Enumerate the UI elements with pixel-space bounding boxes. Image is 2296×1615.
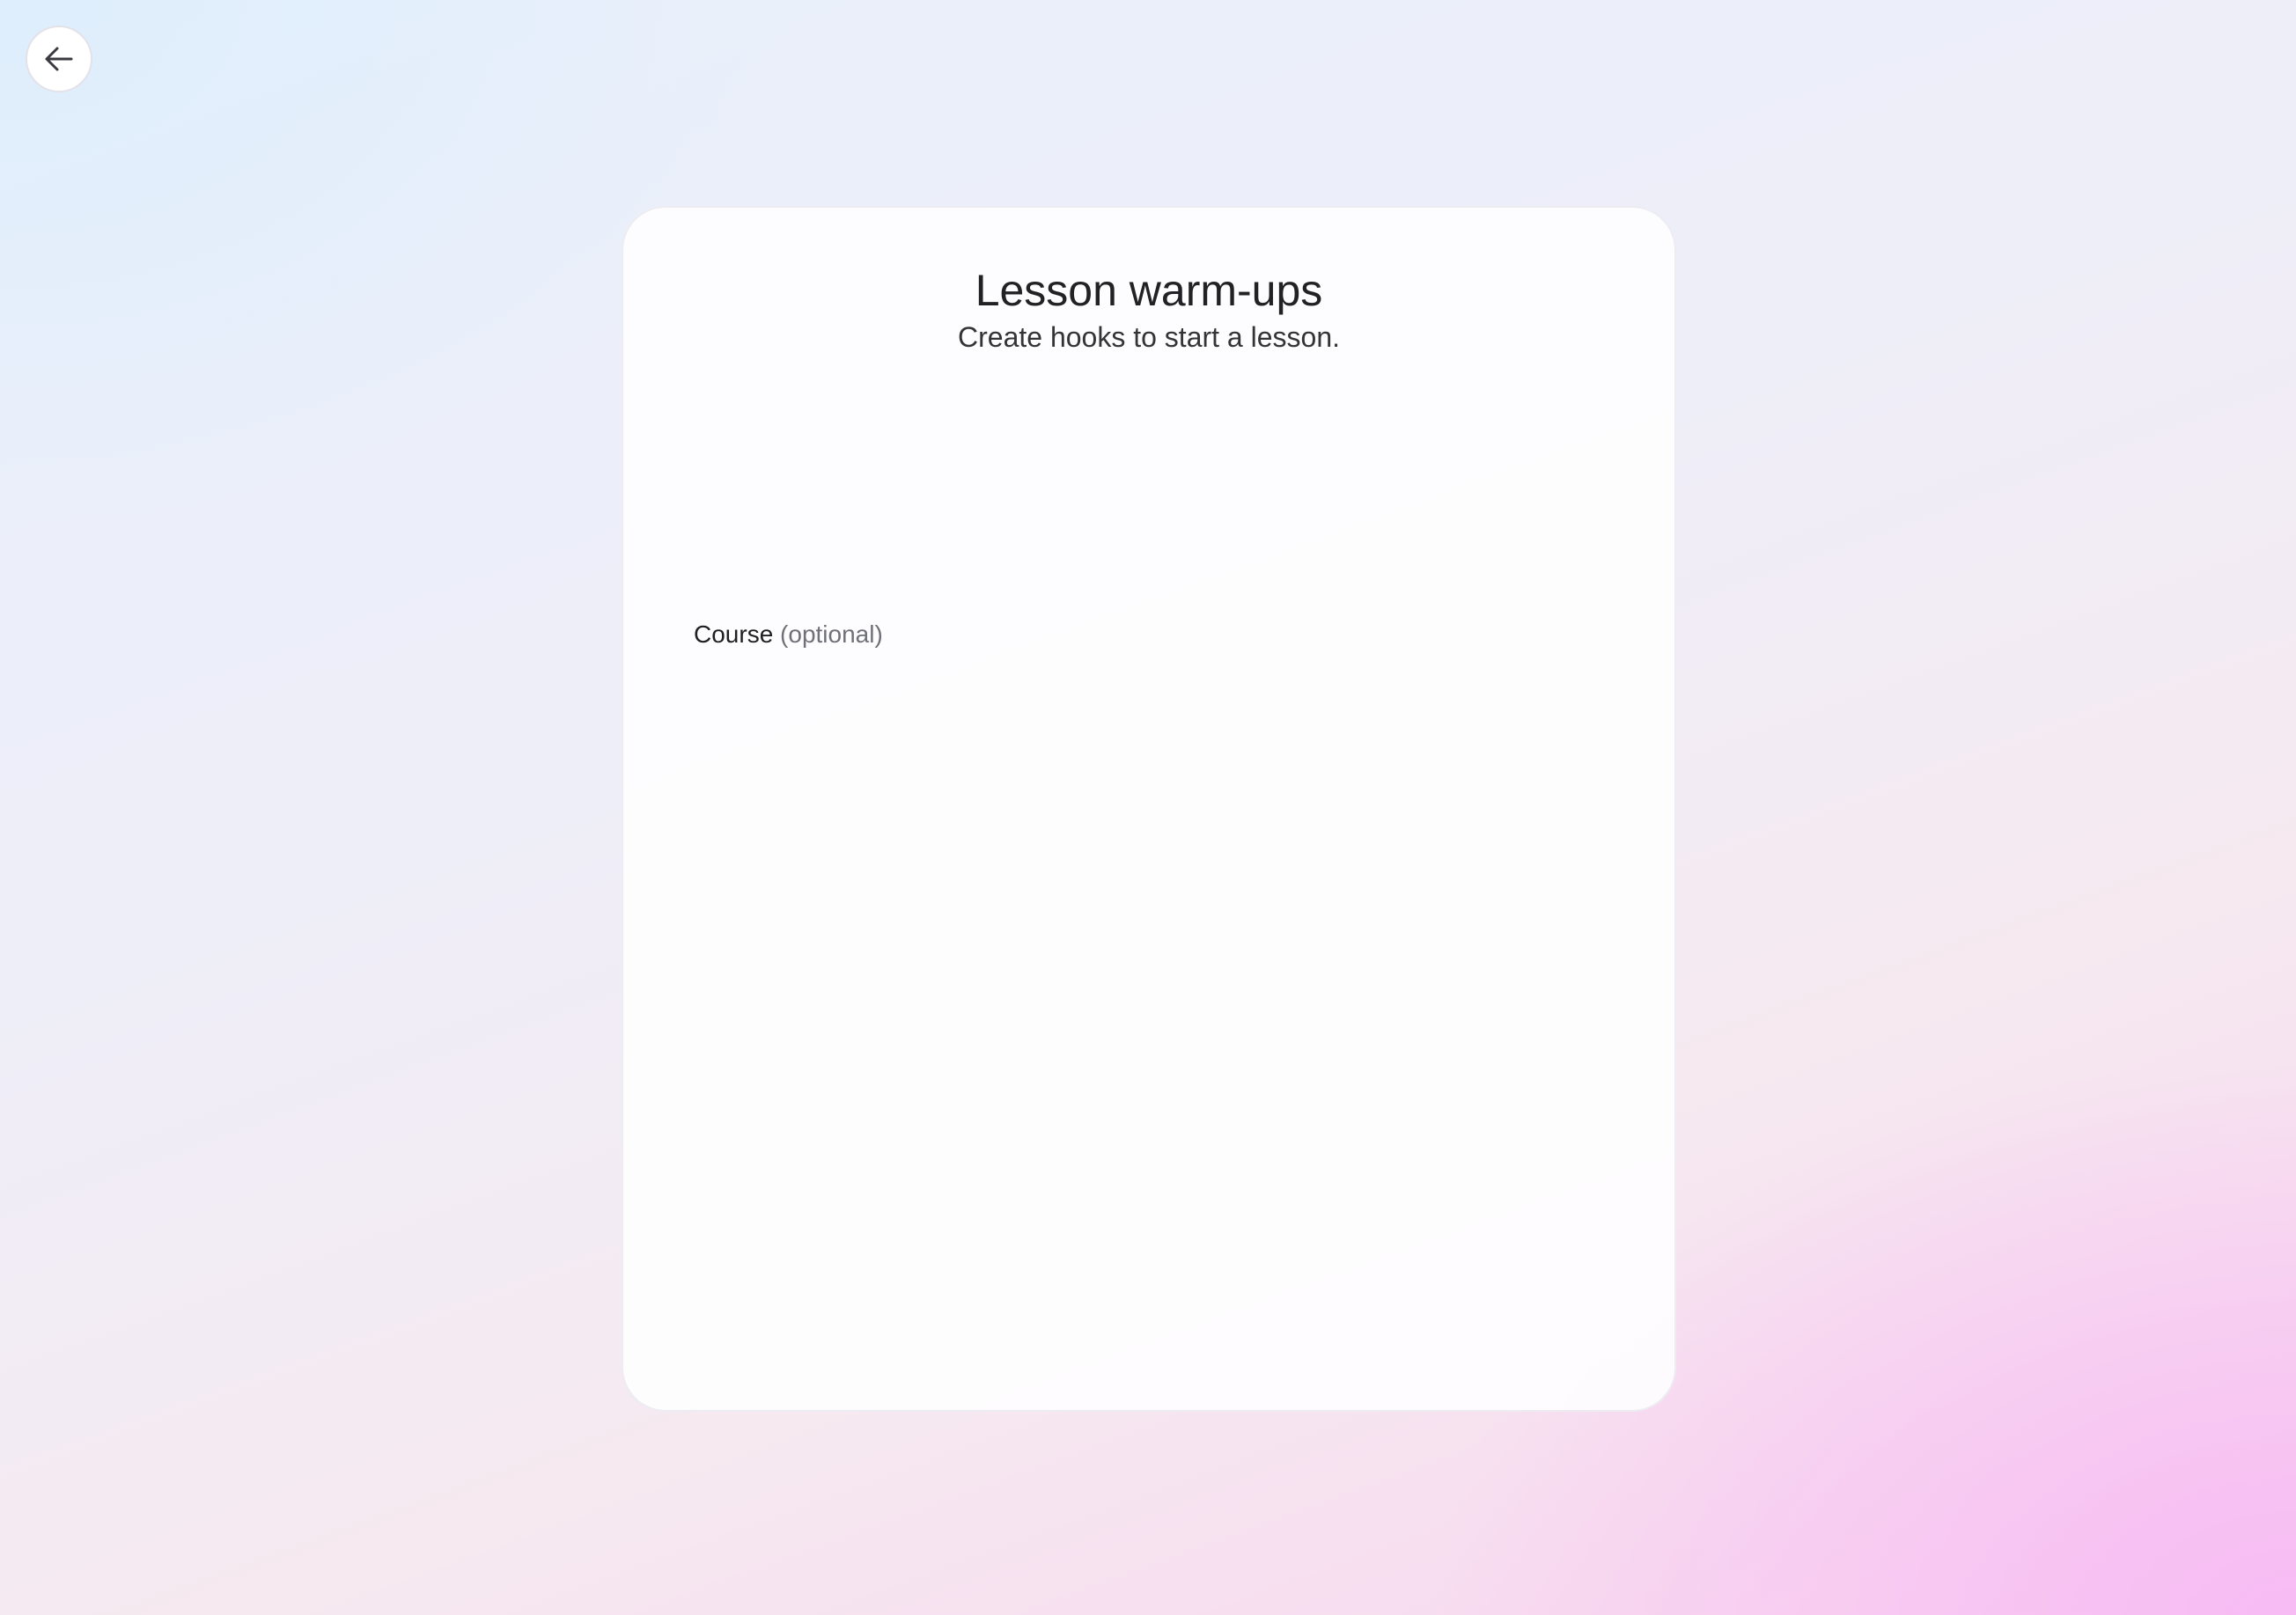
course-label: Course (optional) (694, 620, 883, 650)
form-scroll-area[interactable]: Course (optional) (694, 412, 1583, 1259)
arrow-left-icon (45, 47, 73, 71)
back-button[interactable] (26, 26, 92, 92)
page-subtitle: Create hooks to start a lesson. (958, 321, 1340, 353)
form-card: Lesson warm-ups Create hooks to start a … (622, 206, 1676, 1412)
page-title: Lesson warm-ups (975, 266, 1323, 315)
course-label-text: Course (694, 620, 774, 648)
course-optional-tag: (optional) (780, 620, 883, 648)
